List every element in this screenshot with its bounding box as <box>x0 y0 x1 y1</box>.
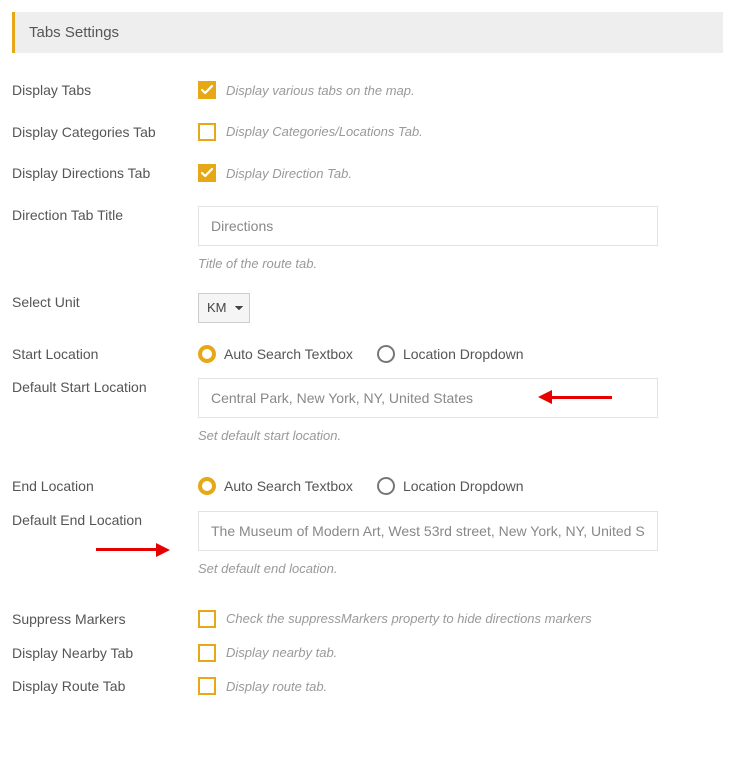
label-start-location: Start Location <box>12 345 198 365</box>
radio-label-start-dropdown: Location Dropdown <box>403 346 524 362</box>
desc-display-nearby-tab: Display nearby tab. <box>226 645 337 660</box>
radio-icon <box>377 477 395 495</box>
input-direction-tab-title[interactable] <box>198 206 658 246</box>
desc-display-directions-tab: Display Direction Tab. <box>226 166 352 181</box>
row-display-route-tab: Display Route Tab Display route tab. <box>12 677 723 697</box>
label-display-directions-tab: Display Directions Tab <box>12 164 198 184</box>
label-default-end-location: Default End Location <box>12 511 198 531</box>
input-default-end-location[interactable] <box>198 511 658 551</box>
desc-display-route-tab: Display route tab. <box>226 679 327 694</box>
row-suppress-markers: Suppress Markers Check the suppressMarke… <box>12 610 723 630</box>
checkbox-display-route-tab[interactable] <box>198 677 216 695</box>
help-default-end-location: Set default end location. <box>198 561 723 576</box>
label-display-nearby-tab: Display Nearby Tab <box>12 644 198 664</box>
select-unit[interactable]: KM <box>198 293 250 323</box>
radio-start-dropdown[interactable]: Location Dropdown <box>377 345 524 363</box>
row-display-nearby-tab: Display Nearby Tab Display nearby tab. <box>12 644 723 664</box>
radio-start-auto[interactable]: Auto Search Textbox <box>198 345 353 363</box>
arrow-shaft <box>96 548 156 551</box>
label-text-default-end-location: Default End Location <box>12 512 142 528</box>
radio-icon <box>198 345 216 363</box>
input-default-start-location[interactable] <box>198 378 658 418</box>
radio-end-dropdown[interactable]: Location Dropdown <box>377 477 524 495</box>
help-direction-tab-title: Title of the route tab. <box>198 256 723 271</box>
desc-display-tabs: Display various tabs on the map. <box>226 83 415 98</box>
label-suppress-markers: Suppress Markers <box>12 610 198 630</box>
label-display-route-tab: Display Route Tab <box>12 677 198 697</box>
label-direction-tab-title: Direction Tab Title <box>12 206 198 226</box>
desc-suppress-markers: Check the suppressMarkers property to hi… <box>226 611 592 626</box>
annotation-arrow <box>96 543 170 557</box>
check-icon <box>201 84 213 96</box>
checkbox-display-directions-tab[interactable] <box>198 164 216 182</box>
row-display-categories-tab: Display Categories Tab Display Categorie… <box>12 123 723 143</box>
row-default-end-location: Default End Location Set default end loc… <box>12 511 723 576</box>
arrow-head-icon <box>156 543 170 557</box>
check-icon <box>201 167 213 179</box>
panel-header: Tabs Settings <box>12 12 723 53</box>
row-start-location: Start Location Auto Search Textbox Locat… <box>12 345 723 365</box>
row-default-start-location: Default Start Location Set default start… <box>12 378 723 443</box>
panel-title: Tabs Settings <box>29 24 119 41</box>
radio-group-end-location: Auto Search Textbox Location Dropdown <box>198 477 723 495</box>
label-select-unit: Select Unit <box>12 293 198 313</box>
radio-label-end-dropdown: Location Dropdown <box>403 478 524 494</box>
row-display-directions-tab: Display Directions Tab Display Direction… <box>12 164 723 184</box>
help-default-start-location: Set default start location. <box>198 428 723 443</box>
desc-display-categories-tab: Display Categories/Locations Tab. <box>226 124 423 139</box>
radio-label-start-auto: Auto Search Textbox <box>224 346 353 362</box>
row-end-location: End Location Auto Search Textbox Locatio… <box>12 477 723 497</box>
checkbox-display-tabs[interactable] <box>198 81 216 99</box>
row-direction-tab-title: Direction Tab Title Title of the route t… <box>12 206 723 271</box>
checkbox-display-nearby-tab[interactable] <box>198 644 216 662</box>
checkbox-suppress-markers[interactable] <box>198 610 216 628</box>
label-end-location: End Location <box>12 477 198 497</box>
radio-group-start-location: Auto Search Textbox Location Dropdown <box>198 345 723 363</box>
label-display-tabs: Display Tabs <box>12 81 198 101</box>
radio-icon <box>198 477 216 495</box>
row-display-tabs: Display Tabs Display various tabs on the… <box>12 81 723 101</box>
row-select-unit: Select Unit KM <box>12 293 723 323</box>
radio-label-end-auto: Auto Search Textbox <box>224 478 353 494</box>
radio-end-auto[interactable]: Auto Search Textbox <box>198 477 353 495</box>
label-default-start-location: Default Start Location <box>12 378 198 398</box>
label-display-categories-tab: Display Categories Tab <box>12 123 198 143</box>
checkbox-display-categories-tab[interactable] <box>198 123 216 141</box>
radio-icon <box>377 345 395 363</box>
